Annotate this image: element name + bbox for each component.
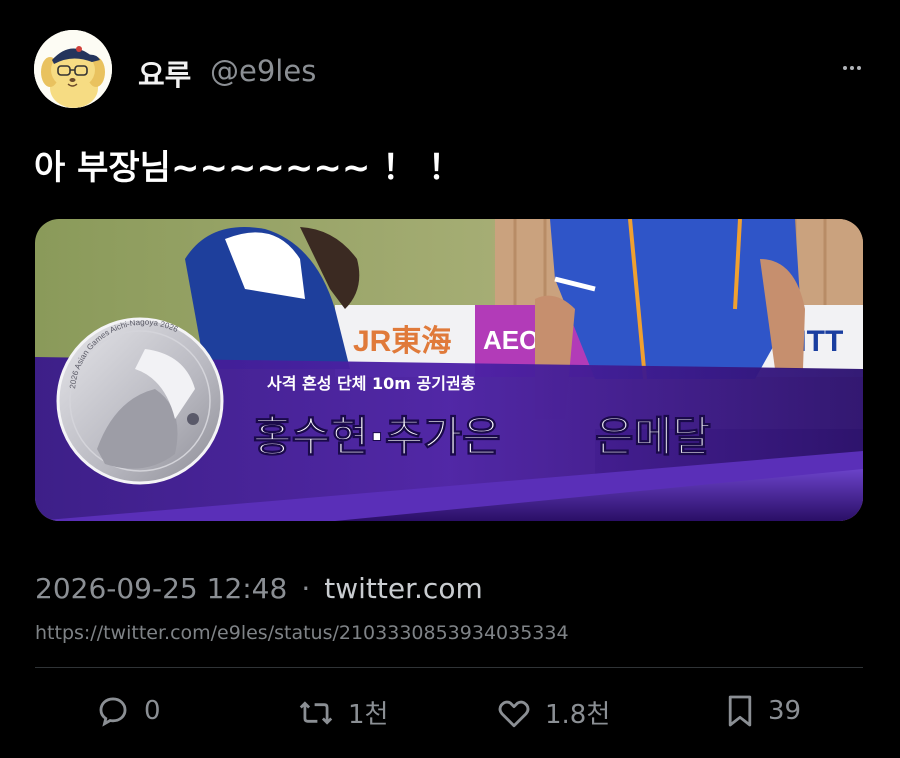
retweet-count: 1천 xyxy=(348,700,389,730)
reply-count: 0 xyxy=(144,696,161,726)
like-count: 1.8천 xyxy=(545,700,611,730)
bookmark-count: 39 xyxy=(768,696,802,726)
author-handle[interactable]: @e9les xyxy=(210,54,316,88)
reply-button[interactable]: 0 xyxy=(96,694,161,728)
source-domain[interactable]: twitter.com xyxy=(324,572,482,605)
caption-large-medal: 은메달 xyxy=(595,412,711,461)
meta-separator: · xyxy=(301,572,311,605)
tweet-text: 아 부장님~~~~~~~ ！ ！ xyxy=(34,148,463,188)
caption-large-names: 홍수현·추가은 xyxy=(253,412,501,461)
sponsor-jr: JR東海 xyxy=(353,325,451,358)
heart-icon xyxy=(498,700,530,727)
caption-small: 사격 혼성 단체 10m 공기권총 xyxy=(267,374,476,393)
divider xyxy=(35,667,863,668)
bookmark-icon xyxy=(728,695,752,727)
reply-icon xyxy=(99,697,127,727)
retweet-icon xyxy=(299,700,333,725)
avatar[interactable] xyxy=(34,30,112,108)
cartoon-dog-avatar-icon xyxy=(34,30,112,108)
media-svg: JR東海 AEON NTT 2026 Asian Games Aichi-Nag… xyxy=(35,219,863,521)
tweet-media-image[interactable]: JR東海 AEON NTT 2026 Asian Games Aichi-Nag… xyxy=(35,219,863,521)
bookmark-button[interactable]: 39 xyxy=(726,694,801,728)
tweet-meta: 2026-09-25 12:48 · twitter.com xyxy=(35,572,483,605)
author-display-name[interactable]: 요루 xyxy=(138,52,191,94)
tweet-url[interactable]: https://twitter.com/e9les/status/2103330… xyxy=(35,622,569,644)
more-options-icon[interactable] xyxy=(843,66,861,70)
retweet-button[interactable]: 1천 xyxy=(298,694,388,731)
like-button[interactable]: 1.8천 xyxy=(497,694,610,731)
timestamp[interactable]: 2026-09-25 12:48 xyxy=(35,572,287,605)
